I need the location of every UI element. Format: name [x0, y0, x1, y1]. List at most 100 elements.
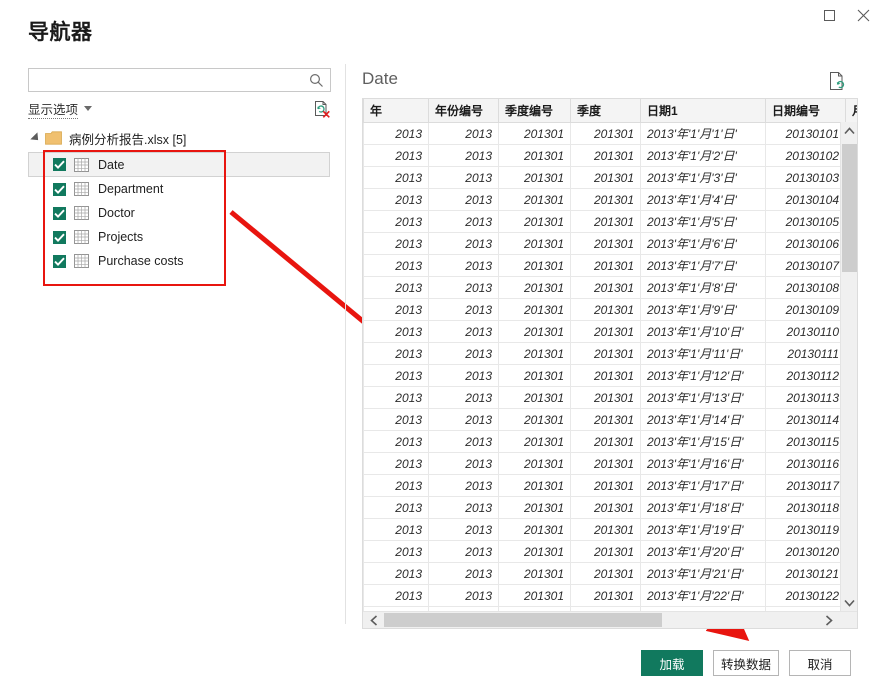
table-row[interactable]: 2013 2013 201301 201301 2013'年'1'月'17'日' 2013…: [363, 474, 857, 497]
column-header[interactable]: 年: [363, 99, 429, 123]
vertical-scrollbar[interactable]: [840, 122, 857, 611]
triangle-expanded-icon[interactable]: [30, 132, 42, 144]
column-header[interactable]: 年份编号: [428, 99, 499, 123]
horizontal-scroll-thumb[interactable]: [384, 613, 662, 627]
table-row[interactable]: 2013 2013 201301 201301 2013'年'1'月'6'日' 20130…: [363, 232, 857, 255]
table-row[interactable]: 2013 2013 201301 201301 2013'年'1'月'13'日' 2013…: [363, 386, 857, 409]
table-cell: 2013: [428, 408, 499, 431]
column-header[interactable]: 日期1: [640, 99, 766, 123]
scroll-down-icon[interactable]: [841, 594, 857, 611]
table-cell: 201301: [570, 408, 641, 431]
table-row[interactable]: 2013 2013 201301 201301 2013'年'1'月'16'日' 2013…: [363, 452, 857, 475]
table-cell: 201301: [498, 518, 571, 541]
table-cell: 20130116: [765, 452, 846, 475]
table-row[interactable]: 2013 2013 201301 201301 2013'年'1'月'7'日' 20130…: [363, 254, 857, 277]
table-row[interactable]: 2013 2013 201301 201301 2013'年'1'月'1'日' 20130…: [363, 122, 857, 145]
table-cell: 2013: [363, 232, 429, 255]
table-cell: 20130120: [765, 540, 846, 563]
search-icon[interactable]: [308, 72, 325, 89]
table-cell: 2013: [428, 298, 499, 321]
preview-title: Date: [362, 69, 398, 88]
checkbox-checked-icon[interactable]: [53, 182, 66, 196]
table-cell: 201301: [498, 254, 571, 277]
table-cell: 2013: [428, 540, 499, 563]
table-row[interactable]: 2013 2013 201301 201301 2013'年'1'月'2'日' 20130…: [363, 144, 857, 167]
table-cell: 201301: [498, 276, 571, 299]
display-options-label[interactable]: 显示选项: [28, 102, 79, 119]
table-cell: 20130104: [765, 188, 846, 211]
scroll-right-icon[interactable]: [820, 612, 837, 628]
table-cell: 201301: [570, 452, 641, 475]
table-cell: 2013'年'1'月'16'日': [640, 452, 766, 475]
tree-item-department[interactable]: Department: [28, 177, 338, 201]
table-row[interactable]: 2013 2013 201301 201301 2013'年'1'月'10'日' 2013…: [363, 320, 857, 343]
table-cell: 2013: [363, 276, 429, 299]
table-cell: 20130108: [765, 276, 846, 299]
table-row[interactable]: 2013 2013 201301 201301 2013'年'1'月'14'日' 2013…: [363, 408, 857, 431]
preview-grid: 年年份编号季度编号季度日期1日期编号月 20132013201301201301…: [362, 98, 858, 629]
table-row[interactable]: 2013 2013 201301 201301 2013'年'1'月'20'日' 2013…: [363, 540, 857, 563]
table-row[interactable]: 2013 2013 201301 201301 2013'年'1'月'5'日' 20130…: [363, 210, 857, 233]
table-row[interactable]: 2013 2013 201301 201301 2013'年'1'月'19'日' 2013…: [363, 518, 857, 541]
table-row[interactable]: 2013 2013 201301 201301 2013'年'1'月'15'日' 2013…: [363, 430, 857, 453]
table-cell: 2013: [428, 188, 499, 211]
vertical-scroll-thumb[interactable]: [842, 144, 857, 272]
table-cell: 2013: [428, 320, 499, 343]
table-cell: 20130102: [765, 144, 846, 167]
table-cell: 2013: [428, 430, 499, 453]
column-header[interactable]: 日期编号: [765, 99, 846, 123]
column-header[interactable]: 月: [845, 99, 857, 123]
search-input[interactable]: [29, 69, 330, 91]
table-row[interactable]: 2013 2013 201301 201301 2013'年'1'月'8'日' 20130…: [363, 276, 857, 299]
chevron-down-icon[interactable]: [84, 106, 93, 111]
scroll-up-icon[interactable]: [841, 122, 857, 139]
horizontal-scrollbar[interactable]: [363, 611, 857, 628]
checkbox-checked-icon[interactable]: [53, 254, 66, 268]
transform-data-button[interactable]: 转换数据: [713, 650, 779, 676]
checkbox-checked-icon[interactable]: [53, 158, 66, 171]
tree-item-label: Department: [98, 182, 164, 196]
table-cell: 2013'年'1'月'4'日': [640, 188, 766, 211]
table-cell: 2013: [363, 342, 429, 365]
table-cell: 201301: [570, 144, 641, 167]
table-row[interactable]: 2013 2013 201301 201301 2013'年'1'月'12'日' 2013…: [363, 364, 857, 387]
search-box[interactable]: [28, 68, 331, 92]
table-cell: 2013: [363, 408, 429, 431]
table-cell: 201301: [498, 474, 571, 497]
checkbox-checked-icon[interactable]: [53, 206, 66, 220]
tree-root-node[interactable]: 病例分析报告.xlsx [5]: [28, 128, 338, 148]
table-cell: 201301: [498, 298, 571, 321]
table-row[interactable]: 2013 2013 201301 201301 2013'年'1'月'22'日' 2013…: [363, 584, 857, 607]
left-pane: 显示选项: [28, 68, 333, 123]
load-button[interactable]: 加载: [641, 650, 703, 676]
table-row[interactable]: 2013 2013 201301 201301 2013'年'1'月'18'日' 2013…: [363, 496, 857, 519]
cancel-button[interactable]: 取消: [789, 650, 851, 676]
table-icon: [74, 254, 89, 268]
tree-item-purchase-costs[interactable]: Purchase costs: [28, 249, 338, 273]
column-header[interactable]: 季度: [570, 99, 641, 123]
table-row[interactable]: 2013 2013 201301 201301 2013'年'1'月'11'日' 2013…: [363, 342, 857, 365]
table-cell: 201301: [498, 188, 571, 211]
table-row[interactable]: 2013 2013 201301 201301 2013'年'1'月'9'日' 20130…: [363, 298, 857, 321]
column-header[interactable]: 季度编号: [498, 99, 571, 123]
close-button[interactable]: [846, 0, 880, 30]
table-cell: 2013: [363, 122, 429, 145]
dialog-title: 导航器: [28, 21, 93, 44]
preview-refresh-icon[interactable]: [828, 71, 846, 91]
table-row[interactable]: 2013 2013 201301 201301 2013'年'1'月'21'日' 2013…: [363, 562, 857, 585]
table-row[interactable]: 2013 2013 201301 201301 2013'年'1'月'3'日' 20130…: [363, 166, 857, 189]
table-cell: 2013'年'1'月'3'日': [640, 166, 766, 189]
checkbox-checked-icon[interactable]: [53, 230, 66, 244]
tree-children: Date Department Doctor Projects Purchase cos…: [28, 152, 338, 273]
tree-item-doctor[interactable]: Doctor: [28, 201, 338, 225]
tree-item-date[interactable]: Date: [28, 152, 330, 177]
maximize-button[interactable]: [812, 0, 846, 30]
table-cell: 2013: [428, 122, 499, 145]
tree-item-projects[interactable]: Projects: [28, 225, 338, 249]
refresh-cancel-icon[interactable]: [312, 100, 331, 119]
table-icon: [74, 157, 89, 172]
table-row[interactable]: 2013 2013 201301 201301 2013'年'1'月'4'日' 20130…: [363, 188, 857, 211]
table-cell: 201301: [498, 584, 571, 607]
navigator-dialog: 导航器 显示选项 病例分析报告.xlsx [5] Date Department…: [0, 0, 880, 700]
scroll-left-icon[interactable]: [365, 612, 382, 628]
